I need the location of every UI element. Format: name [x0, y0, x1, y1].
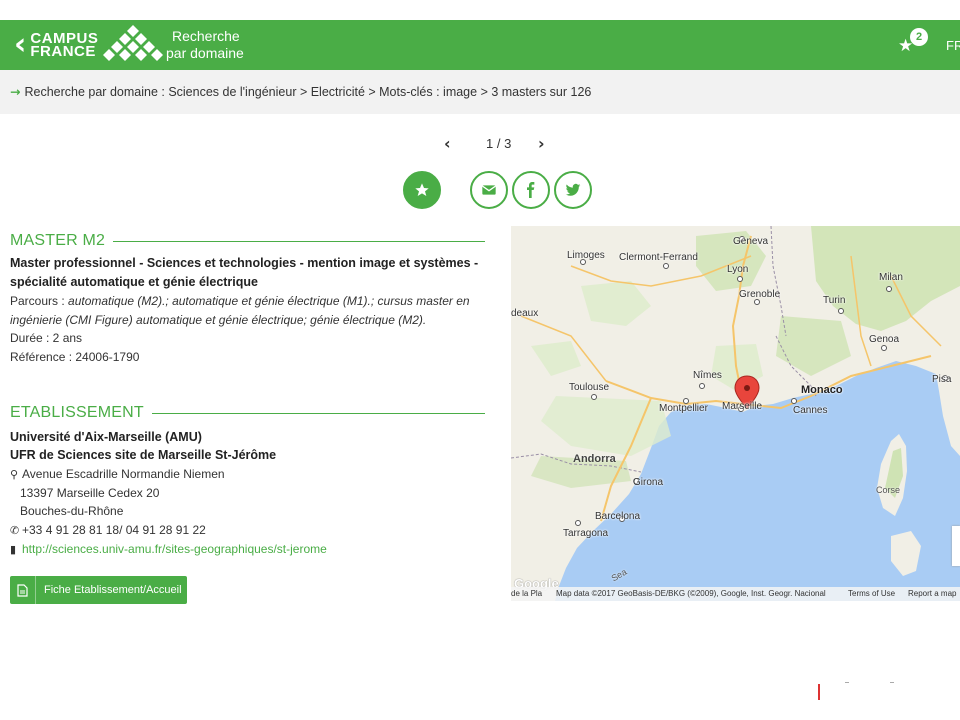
map-label-tarragona: Tarragona [563, 528, 609, 539]
master-duration: Durée : 2 ans [10, 331, 83, 345]
map-label-turin: Turin [823, 295, 846, 306]
map-footer-left: de la Pla [511, 589, 543, 598]
map-label-deaux: deaux [511, 308, 539, 319]
map-label-lyon: Lyon [727, 264, 749, 275]
map-label-corse: Corse [876, 485, 901, 495]
add-favorite-button[interactable] [403, 171, 441, 209]
breadcrumb-bar: → Recherche par domaine : Sciences de l'i… [0, 70, 960, 114]
map-label-genoa: Genoa [869, 334, 900, 345]
master-title: Master professionnel - Sciences et techn… [10, 256, 479, 289]
star-icon [415, 183, 429, 196]
ufr-name: UFR de Sciences site de Marseille St-Jér… [10, 448, 277, 462]
map-marker-icon: ⚲ [10, 468, 19, 481]
parcours-value: automatique (M2).; automatique et génie … [10, 294, 470, 327]
map-label-marseille: Marseille [722, 401, 763, 412]
map-label-monaco: Monaco [801, 384, 843, 396]
back-chevron-icon: ‹ [14, 27, 27, 62]
map-label-limoges: Limoges [567, 250, 605, 261]
brand-line-2: FRANCE [30, 43, 96, 60]
heading-divider [151, 412, 485, 414]
pager-count: 1 / 3 [486, 136, 512, 151]
map-label-nimes: Nîmes [693, 370, 722, 381]
map-label-geneva: Geneva [733, 236, 769, 247]
mail-icon [481, 185, 497, 195]
etablissement-heading-row: ETABLISSEMENT [10, 404, 485, 422]
map-label-grenoble: Grenoble [739, 289, 781, 300]
zoom-control[interactable] [952, 526, 960, 566]
map-label-barcelona: Barcelona [595, 511, 641, 522]
phone-line: ✆ +33 4 91 28 81 18/ 04 91 28 91 22 [10, 523, 206, 537]
map-label-cannes: Cannes [793, 405, 828, 416]
phone-text: +33 4 91 28 81 18/ 04 91 28 91 22 [22, 523, 206, 537]
divider-mark [845, 682, 849, 683]
previous-chevron-icon[interactable]: ‹ [444, 134, 451, 153]
master-parcours: Parcours : automatique (M2).; automatiqu… [10, 292, 490, 330]
master-reference: Référence : 24006-1790 [10, 350, 140, 364]
favorites-count-badge: 2 [910, 28, 928, 46]
facebook-icon [527, 182, 535, 198]
share-twitter-button[interactable] [554, 171, 592, 209]
parcours-label: Parcours : [10, 294, 69, 308]
university-name: Université d'Aix-Marseille (AMU) [10, 430, 202, 444]
document-icon [10, 576, 36, 604]
diamond-logo-icon [103, 25, 164, 61]
map-footer: de la Pla Map data ©2017 GeoBasis-DE/BKG… [511, 587, 960, 601]
map-attribution: Map data ©2017 GeoBasis-DE/BKG (©2009), … [556, 589, 826, 598]
arrow-right-icon: → [10, 84, 21, 99]
website-line: ▮ http://sciences.univ-amu.fr/sites-geogr… [10, 542, 327, 556]
brand-text: CAMPUS FRANCE [30, 31, 98, 60]
section-title: Recherche par domaine [166, 28, 244, 62]
address-line: ⚲ Avenue Escadrille Normandie Niemen [10, 467, 225, 481]
favorites-button[interactable]: ★ 2 [898, 28, 930, 58]
postal-line: 13397 Marseille Cedex 20 [20, 486, 160, 500]
bookmark-icon: ▮ [10, 543, 17, 556]
fiche-etablissement-button[interactable]: Fiche Etablissement/Accueil [10, 576, 187, 604]
divider-mark [890, 682, 894, 683]
master-heading: MASTER M2 [10, 232, 106, 249]
top-header: ‹ CAMPUS FRANCE Recherche par domaine ★ [0, 20, 960, 70]
fiche-button-label: Fiche Etablissement/Accueil [44, 584, 182, 596]
map-report-link[interactable]: Report a map [908, 589, 956, 598]
twitter-icon [565, 183, 581, 196]
website-link[interactable]: http://sciences.univ-amu.fr/sites-geogra… [22, 542, 327, 556]
result-pager: ‹ 1 / 3 › [440, 134, 560, 154]
map-label-toulouse: Toulouse [569, 382, 610, 393]
section-title-line-2: par domaine [166, 45, 244, 61]
cursor-mark [818, 684, 820, 700]
map-label-girona: Girona [633, 477, 664, 488]
section-title-line-1: Recherche [172, 28, 240, 44]
map-label-milan: Milan [879, 272, 903, 283]
map-view[interactable]: Geneva Limoges Clermont-Ferrand Lyon Gre… [511, 226, 960, 601]
map-label-montpellier: Montpellier [659, 403, 708, 414]
heading-divider [113, 240, 485, 242]
map-label-pisa: Pisa [932, 374, 952, 385]
breadcrumb-text[interactable]: Recherche par domaine : Sciences de l'in… [24, 85, 591, 99]
next-chevron-icon[interactable]: › [538, 134, 545, 153]
map-label-andorra: Andorra [573, 453, 616, 465]
etablissement-heading: ETABLISSEMENT [10, 404, 144, 421]
phone-icon: ✆ [10, 524, 20, 537]
campus-france-logo[interactable]: ‹ CAMPUS FRANCE [14, 24, 164, 66]
address-text: Avenue Escadrille Normandie Niemen [22, 467, 225, 481]
master-heading-row: MASTER M2 [10, 232, 485, 250]
map-label-clermont: Clermont-Ferrand [619, 252, 698, 263]
language-selector[interactable]: FR [946, 38, 960, 53]
breadcrumb: → Recherche par domaine : Sciences de l'i… [10, 84, 591, 99]
map-terms-link[interactable]: Terms of Use [848, 589, 895, 598]
department-line: Bouches-du-Rhône [20, 504, 124, 518]
share-facebook-button[interactable] [512, 171, 550, 209]
share-email-button[interactable] [470, 171, 508, 209]
